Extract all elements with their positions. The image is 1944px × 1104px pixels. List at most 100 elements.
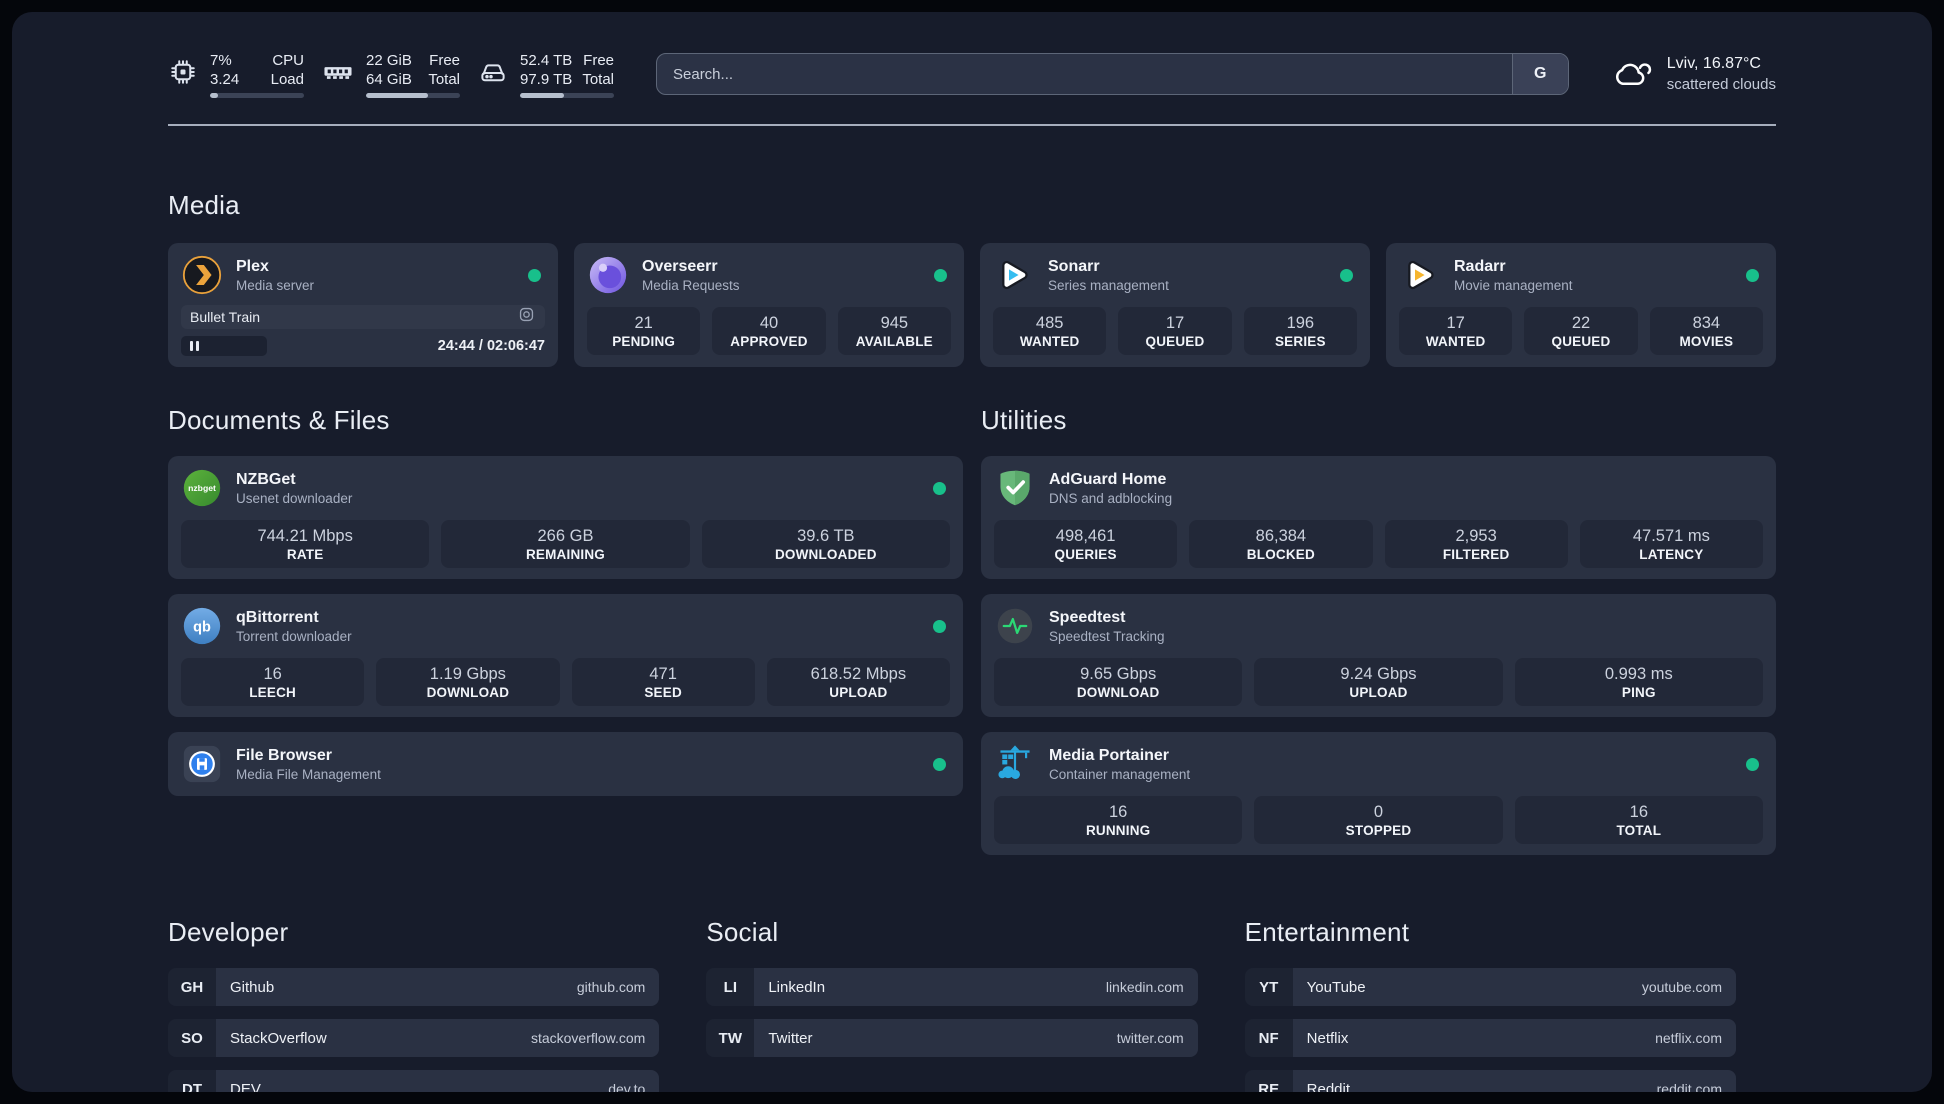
link-url: youtube.com bbox=[1641, 979, 1722, 995]
link-dev[interactable]: DT DEV dev.to bbox=[168, 1070, 660, 1092]
section-developer: Developer GH Github github.com SO StackOv… bbox=[168, 917, 660, 1092]
service-description: Movie management bbox=[1454, 277, 1573, 293]
service-description: Container management bbox=[1049, 766, 1191, 782]
link-name: LinkedIn bbox=[768, 978, 826, 996]
stat-leech: 16 LEECH bbox=[181, 658, 365, 706]
status-dot bbox=[934, 268, 947, 282]
service-description: DNS and adblocking bbox=[1049, 490, 1173, 506]
section-title-documents: Documents & Files bbox=[168, 405, 390, 435]
svg-text:nzbget: nzbget bbox=[188, 483, 216, 493]
link-reddit[interactable]: RE Reddit reddit.com bbox=[1244, 1070, 1736, 1092]
service-card-radarr[interactable]: Radarr Movie management 17 WANTED 22 QUEUE… bbox=[1386, 243, 1776, 367]
service-card-filebrowser[interactable]: File Browser Media File Management bbox=[168, 732, 963, 796]
link-twitter[interactable]: TW Twitter twitter.com bbox=[706, 1019, 1198, 1057]
service-card-plex[interactable]: Plex Media server Bullet Train 24:44 / 0… bbox=[168, 243, 558, 367]
stat-series: 196 SERIES bbox=[1243, 307, 1357, 355]
link-youtube[interactable]: YT YouTube youtube.com bbox=[1244, 968, 1736, 1006]
link-stackoverflow[interactable]: SO StackOverflow stackoverflow.com bbox=[168, 1019, 660, 1057]
service-card-qbittorrent[interactable]: qb qBittorrent Torrent downloader 16 LEEC… bbox=[168, 594, 963, 717]
link-name: Twitter bbox=[768, 1029, 813, 1047]
link-url: linkedin.com bbox=[1105, 979, 1184, 995]
link-url: reddit.com bbox=[1656, 1081, 1722, 1092]
session-camera-icon bbox=[517, 305, 536, 329]
link-abbr: TW bbox=[706, 1019, 755, 1057]
ram-free-label: Free bbox=[429, 51, 460, 69]
link-abbr: DT bbox=[168, 1070, 216, 1092]
filebrowser-icon bbox=[181, 743, 223, 785]
status-dot bbox=[1746, 757, 1759, 771]
link-linkedin[interactable]: LI LinkedIn linkedin.com bbox=[706, 968, 1198, 1006]
service-card-nzbget[interactable]: nzbget NZBGet Usenet downloader 744.21 M… bbox=[168, 456, 963, 579]
stat-rate: 744.21 Mbps RATE bbox=[181, 520, 430, 568]
stat-queued: 17 QUEUED bbox=[1118, 307, 1232, 355]
link-github[interactable]: GH Github github.com bbox=[168, 968, 660, 1006]
service-description: Media server bbox=[236, 277, 315, 293]
service-description: Media File Management bbox=[236, 766, 381, 782]
disk-free: 52.4 TB bbox=[520, 51, 573, 69]
service-name: NZBGet bbox=[236, 470, 296, 488]
disk-icon bbox=[478, 57, 508, 92]
stat-total: 16 TOTAL bbox=[1514, 796, 1763, 844]
plex-icon bbox=[181, 254, 223, 296]
service-name: qBittorrent bbox=[236, 608, 319, 626]
stat-pending: 21 PENDING bbox=[587, 307, 701, 355]
link-name: Netflix bbox=[1306, 1029, 1349, 1047]
weather-location: Lviv, 16.87°C bbox=[1666, 55, 1761, 72]
link-name: StackOverflow bbox=[230, 1029, 327, 1047]
service-description: Usenet downloader bbox=[236, 490, 353, 506]
service-card-portainer[interactable]: Media Portainer Container management 16 R… bbox=[981, 732, 1776, 855]
link-abbr: NF bbox=[1244, 1019, 1293, 1057]
cpu-label: CPU bbox=[272, 51, 304, 69]
storage-stat: 52.4 TB Free 97.9 TB Total bbox=[478, 51, 614, 98]
status-dot bbox=[933, 619, 946, 633]
stat-wanted: 17 WANTED bbox=[1399, 307, 1513, 355]
service-name: Radarr bbox=[1454, 257, 1506, 275]
window-frame: 7% CPU 3.24 Load 22 GiB Free 64 GiB Total bbox=[0, 0, 1944, 1104]
link-name: YouTube bbox=[1306, 978, 1366, 996]
dashboard: 7% CPU 3.24 Load 22 GiB Free 64 GiB Total bbox=[12, 12, 1932, 1092]
service-card-adguard[interactable]: AdGuard Home DNS and adblocking 498,461 Q… bbox=[981, 456, 1776, 579]
link-abbr: YT bbox=[1244, 968, 1293, 1006]
stat-queued: 22 QUEUED bbox=[1524, 307, 1638, 355]
weather-widget: Lviv, 16.87°C scattered clouds bbox=[1611, 53, 1776, 95]
stat-download: 9.65 Gbps DOWNLOAD bbox=[994, 658, 1243, 706]
ram-icon bbox=[322, 57, 354, 92]
disk-total-label: Total bbox=[582, 70, 614, 88]
status-dot bbox=[933, 757, 946, 771]
stat-upload: 9.24 Gbps UPLOAD bbox=[1254, 658, 1503, 706]
service-description: Speedtest Tracking bbox=[1049, 628, 1165, 644]
section-media: Media Plex Media server Bullet Train 24:… bbox=[168, 190, 1776, 367]
link-url: twitter.com bbox=[1116, 1030, 1184, 1046]
cpu-stat: 7% CPU 3.24 Load bbox=[168, 51, 304, 98]
stat-available: 945 AVAILABLE bbox=[837, 307, 951, 355]
stat-blocked: 86,384 BLOCKED bbox=[1189, 520, 1373, 568]
stat-downloaded: 39.6 TB DOWNLOADED bbox=[701, 520, 950, 568]
cpu-load: 3.24 bbox=[210, 70, 240, 88]
top-divider bbox=[168, 124, 1776, 126]
service-description: Torrent downloader bbox=[236, 628, 352, 644]
service-card-overseerr[interactable]: Overseerr Media Requests 21 PENDING 40 APP… bbox=[574, 243, 964, 367]
link-name: Github bbox=[230, 978, 275, 996]
stat-seed: 471 SEED bbox=[571, 658, 755, 706]
link-abbr: RE bbox=[1244, 1070, 1293, 1092]
system-stats: 7% CPU 3.24 Load 22 GiB Free 64 GiB Total bbox=[168, 51, 614, 98]
pause-button[interactable] bbox=[181, 336, 267, 356]
search-input[interactable] bbox=[657, 54, 1512, 94]
cpu-load-label: Load bbox=[270, 70, 304, 88]
disk-free-label: Free bbox=[583, 51, 614, 69]
stat-latency: 47.571 ms LATENCY bbox=[1579, 520, 1763, 568]
service-card-speedtest[interactable]: Speedtest Speedtest Tracking 9.65 Gbps DO… bbox=[981, 594, 1776, 717]
plex-now-playing: Bullet Train 24:44 / 02:06:47 bbox=[181, 305, 545, 356]
link-netflix[interactable]: NF Netflix netflix.com bbox=[1244, 1019, 1736, 1057]
memory-stat: 22 GiB Free 64 GiB Total bbox=[322, 51, 460, 98]
search-bar: G bbox=[656, 53, 1569, 95]
stat-running: 16 RUNNING bbox=[994, 796, 1243, 844]
status-dot bbox=[933, 481, 946, 495]
search-provider-button[interactable]: G bbox=[1511, 54, 1568, 94]
service-card-sonarr[interactable]: Sonarr Series management 485 WANTED 17 QUE… bbox=[980, 243, 1370, 367]
cpu-icon bbox=[168, 57, 198, 92]
cpu-progress bbox=[210, 92, 304, 98]
service-name: File Browser bbox=[236, 746, 333, 764]
ram-total-label: Total bbox=[428, 70, 460, 88]
service-description: Media Requests bbox=[642, 277, 740, 293]
